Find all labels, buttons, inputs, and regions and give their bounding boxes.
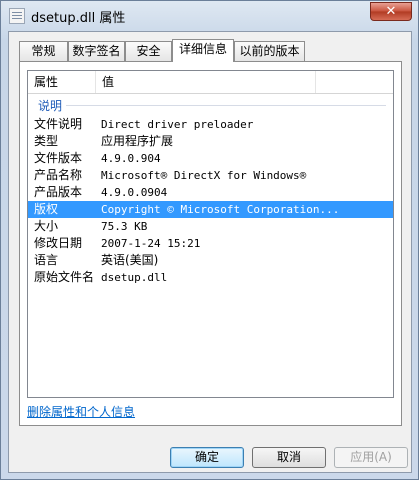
tab-security[interactable]: 安全 <box>125 41 172 61</box>
property-value: 英语(美国) <box>101 253 159 267</box>
property-name: 产品名称 <box>34 168 83 182</box>
tab-details[interactable]: 详细信息 <box>172 39 234 62</box>
property-name: 文件说明 <box>34 117 83 131</box>
table-row[interactable]: 类型 应用程序扩展 <box>28 133 393 150</box>
list-header: 属性 值 <box>28 71 393 94</box>
property-name: 原始文件名 <box>34 270 95 284</box>
table-row[interactable]: 文件版本 4.9.0.904 <box>28 150 393 167</box>
table-row[interactable]: 产品名称 Microsoft® DirectX for Windows® <box>28 167 393 184</box>
property-value: Direct driver preloader <box>101 118 254 131</box>
property-name: 类型 <box>34 134 59 148</box>
property-value: 2007-1-24 15:21 <box>101 237 201 250</box>
tab-digital-signatures[interactable]: 数字签名 <box>68 41 125 61</box>
property-value: 应用程序扩展 <box>101 134 174 148</box>
details-list[interactable]: 属性 值 说明 文件说明 Direct driver preloader 类型 应用… <box>27 70 394 398</box>
table-row[interactable]: 文件说明 Direct driver preloader <box>28 116 393 133</box>
properties-window: dsetup.dll 属性 ✕ 常规 数字签名 安全 详细信息 以前的版本 属性… <box>0 0 419 480</box>
cancel-button[interactable]: 取消 <box>252 447 326 468</box>
property-name: 版权 <box>34 202 59 216</box>
table-row[interactable]: 修改日期 2007-1-24 15:21 <box>28 235 393 252</box>
dll-file-icon <box>9 8 25 24</box>
title-bar[interactable]: dsetup.dll 属性 ✕ <box>1 1 418 31</box>
property-value: 75.3 KB <box>101 220 148 233</box>
tab-general[interactable]: 常规 <box>19 41 68 61</box>
details-panel: 属性 值 说明 文件说明 Direct driver preloader 类型 应用… <box>19 61 402 426</box>
table-row[interactable]: 原始文件名 dsetup.dll <box>28 269 393 286</box>
table-row[interactable]: 产品版本 4.9.0.0904 <box>28 184 393 201</box>
property-value: Copyright © Microsoft Corporation... <box>101 203 340 216</box>
property-name: 大小 <box>34 219 59 233</box>
tab-previous-versions[interactable]: 以前的版本 <box>234 41 305 61</box>
table-row[interactable]: 大小 75.3 KB <box>28 218 393 235</box>
property-name: 语言 <box>34 253 59 267</box>
remove-properties-link[interactable]: 删除属性和个人信息 <box>27 403 135 420</box>
window-title: dsetup.dll 属性 <box>31 11 126 26</box>
table-row[interactable]: 语言 英语(美国) <box>28 252 393 269</box>
property-value: 4.9.0.0904 <box>101 186 168 199</box>
dialog-body: 常规 数字签名 安全 详细信息 以前的版本 属性 值 说明 文件说明 Direct… <box>8 31 412 473</box>
column-header-value[interactable]: 值 <box>96 71 316 93</box>
property-name: 修改日期 <box>34 236 83 250</box>
apply-button[interactable]: 应用(A) <box>334 447 408 468</box>
table-row-selected[interactable]: 版权 Copyright © Microsoft Corporation... <box>28 201 393 218</box>
property-value: Microsoft® DirectX for Windows® <box>101 169 307 182</box>
group-divider <box>66 105 386 106</box>
property-name: 文件版本 <box>34 151 83 165</box>
ok-button[interactable]: 确定 <box>170 447 244 468</box>
property-rows: 文件说明 Direct driver preloader 类型 应用程序扩展 文件版… <box>28 116 393 286</box>
property-value: 4.9.0.904 <box>101 152 161 165</box>
column-header-property[interactable]: 属性 <box>28 71 96 93</box>
close-button[interactable]: ✕ <box>370 2 412 21</box>
group-label-description: 说明 <box>38 99 63 113</box>
group-header: 说明 <box>28 94 393 114</box>
property-value: dsetup.dll <box>101 271 168 284</box>
property-name: 产品版本 <box>34 185 83 199</box>
